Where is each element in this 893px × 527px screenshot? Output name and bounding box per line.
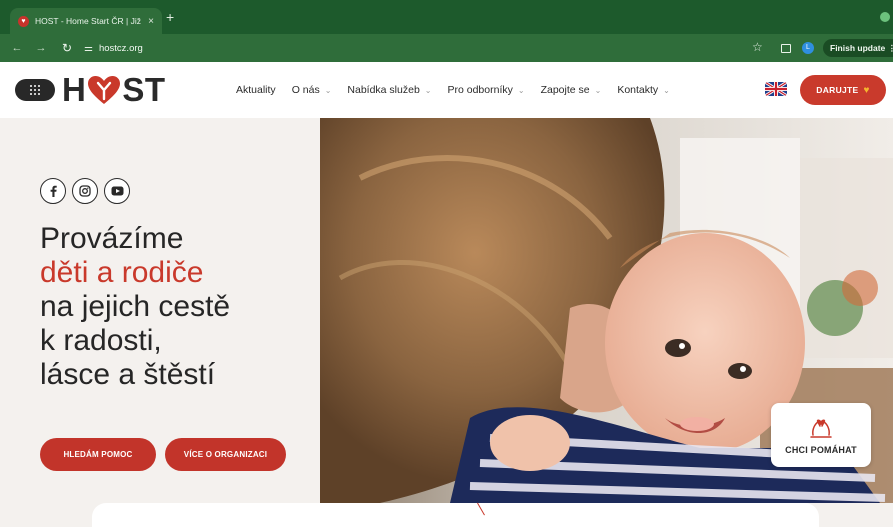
tab-title: HOST - Home Start ČR | Již 2	[35, 16, 143, 26]
headline-line: na jejich cestě	[40, 290, 231, 323]
chevron-down-icon: ⌄	[517, 85, 525, 95]
chevron-down-icon: ⌄	[663, 85, 670, 95]
reload-icon[interactable]: ↻	[58, 41, 76, 55]
site-header: H ST Aktuality O nás ⌄ Nabídka služeb ⌄ …	[0, 62, 893, 118]
decorative-line	[477, 502, 485, 516]
nav-item-aktuality[interactable]: Aktuality	[236, 84, 276, 96]
browser-toolbar: ← → ↻ ⚌ hostcz.org ☆ L Finish update ⋮	[0, 34, 893, 62]
kebab-menu-icon[interactable]: ⋮	[888, 43, 893, 53]
site-info-icon[interactable]: ⚌	[84, 43, 93, 54]
uk-flag-icon[interactable]	[765, 82, 787, 96]
nav-item-o-nas[interactable]: O nás ⌄	[292, 84, 332, 96]
side-panel-icon[interactable]	[781, 44, 791, 53]
hero-section: Provázíme děti a rodiče na jejich cestě …	[0, 118, 893, 527]
nav-item-zapojte-se[interactable]: Zapojte se ⌄	[541, 84, 602, 96]
browser-tab[interactable]: ♥ HOST - Home Start ČR | Již 2 ×	[10, 8, 162, 34]
content-card	[92, 502, 819, 527]
headline-highlight: děti a rodiče	[40, 256, 204, 289]
nav-item-pro-odborniky[interactable]: Pro odborníky ⌄	[448, 84, 525, 96]
about-organization-button[interactable]: VÍCE O ORGANIZACI	[165, 438, 286, 471]
site-logo[interactable]: H ST	[62, 71, 166, 108]
finish-update-button[interactable]: Finish update ⋮	[823, 39, 893, 57]
nav-label: O nás	[291, 84, 320, 96]
want-to-help-card[interactable]: CHCI POMÁHAT	[771, 403, 871, 467]
site-favicon-icon: ♥	[18, 15, 29, 27]
logo-letters-st: ST	[122, 71, 166, 108]
chevron-down-icon: ⌄	[594, 85, 602, 95]
hero-headline: Provázíme děti a rodiče na jejich cestě …	[40, 222, 230, 392]
nav-label: Pro odborníky	[447, 84, 513, 96]
bookmark-star-icon[interactable]: ☆	[752, 40, 763, 54]
logo-heart-icon	[88, 76, 121, 104]
facebook-icon[interactable]	[40, 178, 66, 204]
url-text[interactable]: hostcz.org	[99, 43, 143, 54]
close-tab-icon[interactable]: ×	[148, 16, 154, 27]
youtube-icon[interactable]	[104, 178, 130, 204]
address-bar[interactable]: ⚌ hostcz.org	[84, 39, 774, 57]
forward-arrow-icon[interactable]: →	[32, 42, 50, 54]
donate-label: DARUJTE	[816, 85, 859, 95]
social-links	[40, 178, 130, 204]
nav-label: Zapojte se	[540, 84, 590, 96]
donate-button[interactable]: DARUJTE ♥	[800, 75, 886, 105]
headline-line: k radosti,	[40, 324, 162, 357]
apps-menu-button[interactable]	[15, 79, 55, 101]
logo-letter-h: H	[62, 71, 87, 108]
chevron-down-icon: ⌄	[424, 85, 432, 95]
nav-label: Kontakty	[617, 84, 659, 96]
grid-icon	[30, 85, 40, 95]
nav-item-nabidka-sluzeb[interactable]: Nabídka služeb ⌄	[347, 84, 431, 96]
want-to-help-label: CHCI POMÁHAT	[785, 445, 857, 455]
helping-hands-icon	[810, 419, 832, 438]
nav-label: Aktuality	[236, 84, 276, 96]
headline-line: lásce a štěstí	[40, 358, 216, 391]
new-tab-button[interactable]: +	[166, 9, 174, 25]
profile-avatar[interactable]: L	[802, 42, 814, 54]
chevron-down-icon: ⌄	[324, 85, 332, 95]
nav-label: Nabídka služeb	[347, 84, 420, 96]
tab-search-icon[interactable]	[880, 12, 890, 22]
main-nav: Aktuality O nás ⌄ Nabídka služeb ⌄ Pro o…	[236, 84, 686, 96]
find-help-button[interactable]: HLEDÁM POMOC	[40, 438, 156, 471]
instagram-icon[interactable]	[72, 178, 98, 204]
nav-item-kontakty[interactable]: Kontakty ⌄	[617, 84, 670, 96]
back-arrow-icon[interactable]: ←	[8, 42, 26, 54]
heart-icon: ♥	[863, 84, 870, 96]
browser-tab-bar: ♥ HOST - Home Start ČR | Již 2 × +	[0, 0, 893, 34]
finish-update-label: Finish update	[830, 43, 886, 53]
headline-line: Provázíme	[40, 222, 184, 255]
